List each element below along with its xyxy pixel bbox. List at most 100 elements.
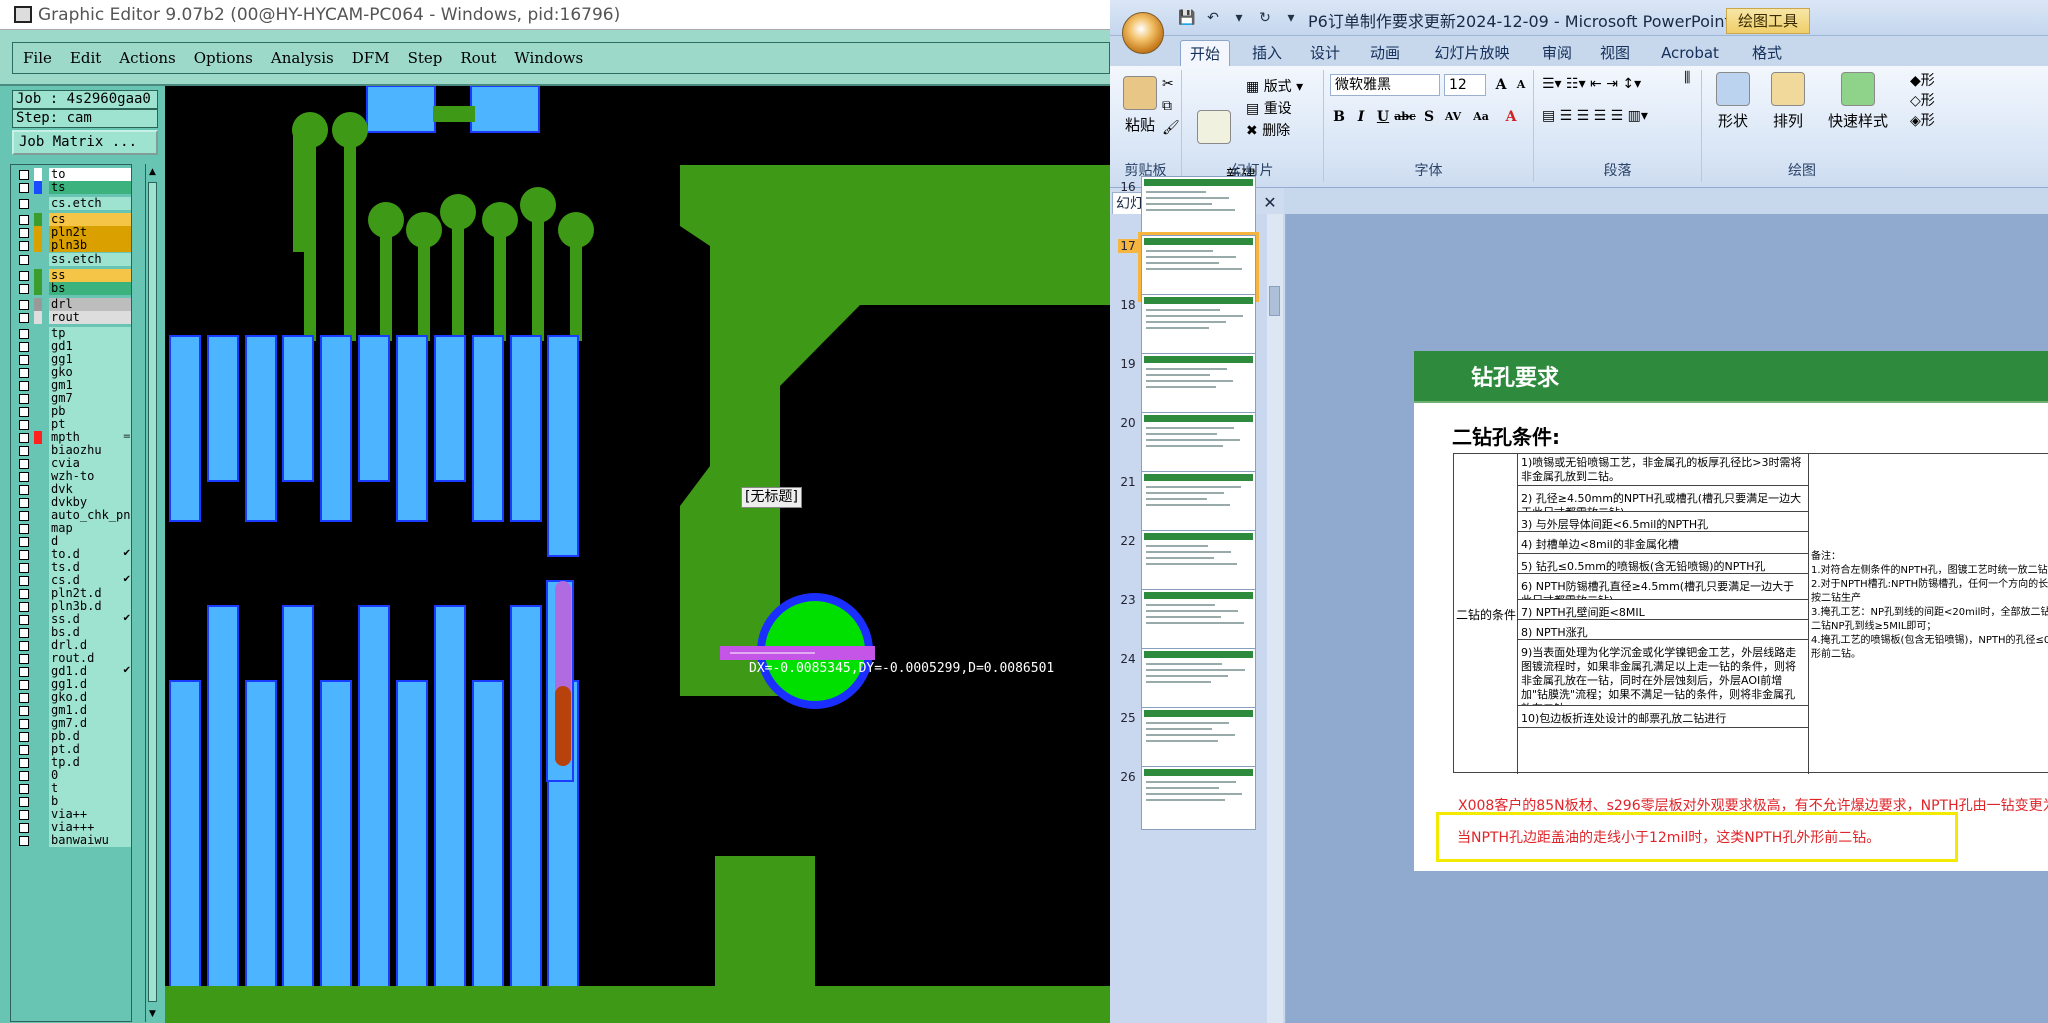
layer-row[interactable]: dvkby: [13, 496, 131, 510]
quick-style-button[interactable]: 快速样式: [1822, 72, 1894, 131]
slide-thumbnail[interactable]: [1141, 707, 1256, 771]
shape-fill-button[interactable]: ◆形: [1910, 70, 1935, 90]
layer-name[interactable]: gm7.d: [49, 717, 131, 730]
shape-outline-button[interactable]: ◇形: [1910, 90, 1935, 110]
tab-design[interactable]: 设计: [1300, 40, 1350, 66]
layer-checkbox[interactable]: [19, 758, 29, 768]
grow-font-icon[interactable]: A: [1490, 74, 1512, 96]
layer-checkbox[interactable]: [19, 446, 29, 456]
layer-row[interactable]: t: [13, 782, 131, 796]
layer-name[interactable]: rout: [49, 311, 131, 324]
layer-checkbox[interactable]: [19, 228, 29, 238]
layer-name[interactable]: pt.d: [49, 743, 131, 756]
menu-actions[interactable]: Actions: [119, 49, 175, 67]
layer-row[interactable]: gd1.d ✔: [13, 665, 131, 679]
layer-name[interactable]: pb: [49, 405, 131, 418]
qat-customize-icon[interactable]: ▾: [1278, 10, 1304, 26]
layer-row[interactable]: to: [13, 168, 131, 182]
layer-row[interactable]: d: [13, 535, 131, 549]
change-case-icon[interactable]: Aa: [1470, 106, 1492, 128]
shrink-font-icon[interactable]: A: [1510, 74, 1532, 96]
layer-checkbox[interactable]: [19, 381, 29, 391]
layer-name[interactable]: tp.d: [49, 756, 131, 769]
tab-slideshow[interactable]: 幻灯片放映: [1422, 40, 1522, 66]
layer-checkbox[interactable]: [19, 680, 29, 690]
layer-name[interactable]: gko.d: [49, 691, 131, 704]
strikethrough-icon[interactable]: abc: [1394, 106, 1416, 128]
layer-row[interactable]: bs: [13, 282, 131, 296]
tab-view[interactable]: 视图: [1590, 40, 1640, 66]
layer-row[interactable]: ts: [13, 181, 131, 195]
menu-analysis[interactable]: Analysis: [271, 49, 334, 67]
job-matrix-button[interactable]: Job Matrix ...: [12, 130, 158, 155]
layer-row[interactable]: via++: [13, 808, 131, 822]
layer-row[interactable]: ss.d ✔: [13, 613, 131, 627]
layer-name[interactable]: gd1.d: [49, 665, 131, 678]
layer-checkbox[interactable]: [19, 355, 29, 365]
layer-row[interactable]: pln2t: [13, 226, 131, 240]
layer-name[interactable]: cs: [49, 213, 131, 226]
scroll-up-arrow-icon[interactable]: ▲: [148, 166, 157, 178]
layer-checkbox[interactable]: [19, 241, 29, 251]
tab-format[interactable]: 格式: [1742, 40, 1792, 66]
layer-checkbox[interactable]: [19, 641, 29, 651]
yellow-note-text[interactable]: 当NPTH孔边距盖油的走线小于12mil时，这类NPTH孔外形前二钻。: [1457, 827, 1880, 847]
layer-row[interactable]: mpth =: [13, 431, 131, 445]
layer-checkbox[interactable]: [19, 576, 29, 586]
layer-name[interactable]: 0: [49, 769, 131, 782]
slide-thumbnail[interactable]: [1141, 766, 1256, 830]
layer-name[interactable]: drl.d: [49, 639, 131, 652]
layer-row[interactable]: pb.d: [13, 730, 131, 744]
italic-icon[interactable]: I: [1350, 106, 1372, 128]
layer-name[interactable]: pln3b: [49, 239, 131, 252]
layer-name[interactable]: gko: [49, 366, 131, 379]
tab-animation[interactable]: 动画: [1360, 40, 1410, 66]
arrange-button[interactable]: 排列: [1764, 72, 1812, 131]
layer-checkbox[interactable]: [19, 183, 29, 193]
layer-name[interactable]: d: [49, 535, 131, 548]
layer-checkbox[interactable]: [19, 300, 29, 310]
tab-acrobat[interactable]: Acrobat: [1650, 40, 1730, 66]
layer-row[interactable]: pln3b: [13, 239, 131, 253]
delete-button[interactable]: ✖ 删除: [1246, 120, 1290, 140]
tab-home[interactable]: 开始: [1180, 40, 1230, 66]
layer-checkbox[interactable]: [19, 368, 29, 378]
menu-dfm[interactable]: DFM: [352, 49, 390, 67]
layer-name[interactable]: gg1.d: [49, 678, 131, 691]
layer-row[interactable]: cs.etch: [13, 197, 131, 211]
layer-list-scrollbar[interactable]: ▲ ▼: [145, 164, 159, 1022]
underline-icon[interactable]: U: [1372, 106, 1394, 128]
layer-name[interactable]: dvkby: [49, 496, 131, 509]
layer-checkbox[interactable]: [19, 732, 29, 742]
layer-checkbox[interactable]: [19, 498, 29, 508]
reset-button[interactable]: ▤ 重设: [1246, 98, 1292, 118]
layer-checkbox[interactable]: [19, 615, 29, 625]
layer-row[interactable]: gko.d: [13, 691, 131, 705]
layer-row[interactable]: pln3b.d: [13, 600, 131, 614]
text-direction-icon[interactable]: ⫼: [1684, 70, 1690, 86]
layer-row[interactable]: drl: [13, 298, 131, 312]
layer-row[interactable]: ss.etch: [13, 253, 131, 267]
layer-name[interactable]: gg1: [49, 353, 131, 366]
layer-row[interactable]: gko: [13, 366, 131, 380]
layer-checkbox[interactable]: [19, 823, 29, 833]
layer-row[interactable]: gg1.d: [13, 678, 131, 692]
layer-row[interactable]: gm1.d: [13, 704, 131, 718]
align-icons[interactable]: ▤ ☰ ☰ ☰ ☰ ▥▾: [1542, 108, 1648, 124]
layer-name[interactable]: mpth: [49, 431, 131, 444]
layer-checkbox[interactable]: [19, 511, 29, 521]
layer-row[interactable]: bs.d: [13, 626, 131, 640]
layer-name[interactable]: t: [49, 782, 131, 795]
layer-name[interactable]: pln2t.d: [49, 587, 131, 600]
layer-name[interactable]: ts.d: [49, 561, 131, 574]
office-button[interactable]: [1122, 12, 1164, 54]
layer-checkbox[interactable]: [19, 271, 29, 281]
layer-row[interactable]: banwaiwu: [13, 834, 131, 848]
layer-checkbox[interactable]: [19, 810, 29, 820]
layer-checkbox[interactable]: [19, 589, 29, 599]
slide-thumbnail[interactable]: [1141, 589, 1256, 653]
layer-name[interactable]: via+++: [49, 821, 131, 834]
layer-checkbox[interactable]: [19, 459, 29, 469]
layer-row[interactable]: tp.d: [13, 756, 131, 770]
layer-checkbox[interactable]: [19, 215, 29, 225]
